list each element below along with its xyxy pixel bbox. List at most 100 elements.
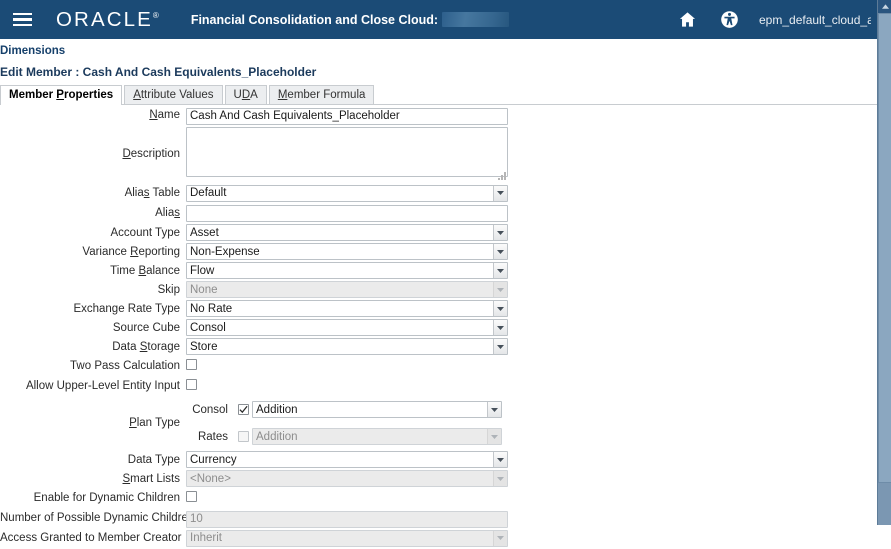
user-name-label[interactable]: epm_default_cloud_adm — [759, 13, 871, 27]
chevron-down-icon[interactable] — [493, 225, 507, 240]
plan-type-rates-value: Addition — [253, 429, 487, 444]
member-properties-form: Name Description Alias Table Default — [0, 106, 877, 549]
plan-type-rates-checkbox[interactable] — [238, 431, 249, 442]
tab-member-properties-label: Member Properties — [9, 89, 113, 101]
label-smart-lists: Smart Lists — [0, 473, 186, 485]
tab-attribute-values[interactable]: Attribute Values — [124, 85, 222, 104]
label-alias-table: Alias Table — [0, 187, 186, 199]
label-description: Description — [0, 148, 186, 160]
field-row-plan-type: Plan Type Consol Addition Rates — [0, 401, 877, 445]
field-row-data-storage: Data Storage Store — [0, 338, 877, 355]
app-header: ORACLE® Financial Consolidation and Clos… — [0, 0, 877, 39]
exchange-rate-type-select[interactable]: No Rate — [186, 300, 508, 317]
field-row-alias-table: Alias Table Default — [0, 185, 877, 202]
source-cube-select[interactable]: Consol — [186, 319, 508, 336]
label-enable-dynamic-children: Enable for Dynamic Children — [0, 492, 186, 504]
control-two-pass-calculation — [186, 357, 197, 375]
tab-uda[interactable]: UDA — [225, 85, 267, 104]
chevron-down-icon[interactable] — [493, 186, 507, 201]
chevron-down-icon[interactable] — [493, 452, 507, 467]
data-storage-select[interactable]: Store — [186, 338, 508, 355]
hamburger-menu-icon[interactable] — [0, 0, 44, 39]
plan-type-rates-checkbox-wrap — [234, 431, 252, 442]
control-exchange-rate-type: No Rate — [186, 300, 508, 317]
field-row-name: Name — [0, 106, 877, 125]
variance-reporting-select[interactable]: Non-Expense — [186, 243, 508, 260]
label-name: Name — [0, 109, 186, 121]
label-variance-reporting: Variance Reporting — [0, 246, 186, 258]
alias-input[interactable] — [186, 205, 508, 222]
control-name — [186, 106, 508, 125]
chevron-down-icon[interactable] — [487, 402, 501, 417]
chevron-down-icon[interactable] — [493, 244, 507, 259]
alias-table-select[interactable]: Default — [186, 185, 508, 202]
chevron-down-icon[interactable] — [493, 320, 507, 335]
enable-dynamic-children-checkbox[interactable] — [186, 491, 197, 502]
field-row-data-type: Data Type Currency — [0, 451, 877, 468]
tab-uda-label: UDA — [234, 89, 258, 101]
field-row-allow-upper-level-entity-input: Allow Upper-Level Entity Input — [0, 377, 877, 395]
tab-member-properties[interactable]: Member Properties — [0, 85, 122, 104]
chevron-down-icon — [493, 531, 507, 546]
label-skip: Skip — [0, 284, 186, 296]
data-storage-value: Store — [187, 339, 493, 354]
chevron-down-icon — [493, 282, 507, 297]
chevron-down-icon[interactable] — [493, 339, 507, 354]
app-title: Financial Consolidation and Close Cloud: — [191, 12, 509, 27]
header-actions: epm_default_cloud_adm — [675, 0, 877, 39]
label-plan-type: Plan Type — [0, 417, 186, 429]
plan-type-consol-checkbox[interactable] — [238, 404, 249, 415]
source-cube-value: Consol — [187, 320, 493, 335]
time-balance-value: Flow — [187, 263, 493, 278]
label-alias: Alias — [0, 207, 186, 219]
field-row-skip: Skip None — [0, 281, 877, 298]
field-row-exchange-rate-type: Exchange Rate Type No Rate — [0, 300, 877, 317]
control-alias — [186, 204, 508, 223]
page-title: Edit Member : Cash And Cash Equivalents_… — [0, 65, 316, 79]
field-row-smart-lists: Smart Lists <None> — [0, 470, 877, 487]
control-time-balance: Flow — [186, 262, 508, 279]
label-access-granted-member-creator: Access Granted to Member Creator — [0, 532, 186, 544]
skip-select: None — [186, 281, 508, 298]
tab-attribute-values-label: Attribute Values — [133, 89, 213, 101]
control-allow-upper-level-entity-input — [186, 377, 197, 395]
label-account-type: Account Type — [0, 227, 186, 239]
tab-member-formula-label: Member Formula — [278, 89, 366, 101]
accessibility-icon[interactable] — [717, 8, 741, 32]
control-description — [186, 127, 508, 182]
access-granted-member-creator-value: Inherit — [187, 531, 493, 546]
oracle-logo: ORACLE® — [56, 8, 159, 32]
variance-reporting-value: Non-Expense — [187, 244, 493, 259]
tab-member-formula[interactable]: Member Formula — [269, 85, 375, 104]
tab-bar: Member Properties Attribute Values UDA M… — [0, 86, 877, 105]
chevron-down-icon — [493, 471, 507, 486]
scroll-up-arrow-icon[interactable] — [878, 0, 891, 13]
page-scrollbar[interactable] — [877, 0, 891, 525]
smart-lists-value: <None> — [187, 471, 493, 486]
time-balance-select[interactable]: Flow — [186, 262, 508, 279]
data-type-select[interactable]: Currency — [186, 451, 508, 468]
label-data-storage: Data Storage — [0, 341, 186, 353]
two-pass-calculation-checkbox[interactable] — [186, 359, 197, 370]
skip-value: None — [187, 282, 493, 297]
control-variance-reporting: Non-Expense — [186, 243, 508, 260]
scrollbar-thumb[interactable] — [878, 13, 891, 483]
plan-type-consol-select[interactable]: Addition — [252, 401, 502, 418]
home-icon[interactable] — [675, 8, 699, 32]
exchange-rate-type-value: No Rate — [187, 301, 493, 316]
plan-type-consol-checkbox-wrap — [234, 404, 252, 415]
field-row-time-balance: Time Balance Flow — [0, 262, 877, 279]
breadcrumb[interactable]: Dimensions — [0, 45, 65, 57]
allow-upper-level-entity-input-checkbox[interactable] — [186, 379, 197, 390]
chevron-down-icon[interactable] — [493, 301, 507, 316]
chevron-down-icon[interactable] — [493, 263, 507, 278]
control-smart-lists: <None> — [186, 470, 508, 487]
account-type-value: Asset — [187, 225, 493, 240]
account-type-select[interactable]: Asset — [186, 224, 508, 241]
description-textarea[interactable] — [186, 127, 508, 177]
label-two-pass-calculation: Two Pass Calculation — [0, 360, 186, 372]
name-input[interactable] — [186, 108, 508, 125]
control-access-granted-member-creator: Inherit — [186, 530, 508, 547]
app-title-text: Financial Consolidation and Close Cloud: — [191, 13, 438, 27]
plan-type-rows: Consol Addition Rates — [186, 401, 502, 445]
